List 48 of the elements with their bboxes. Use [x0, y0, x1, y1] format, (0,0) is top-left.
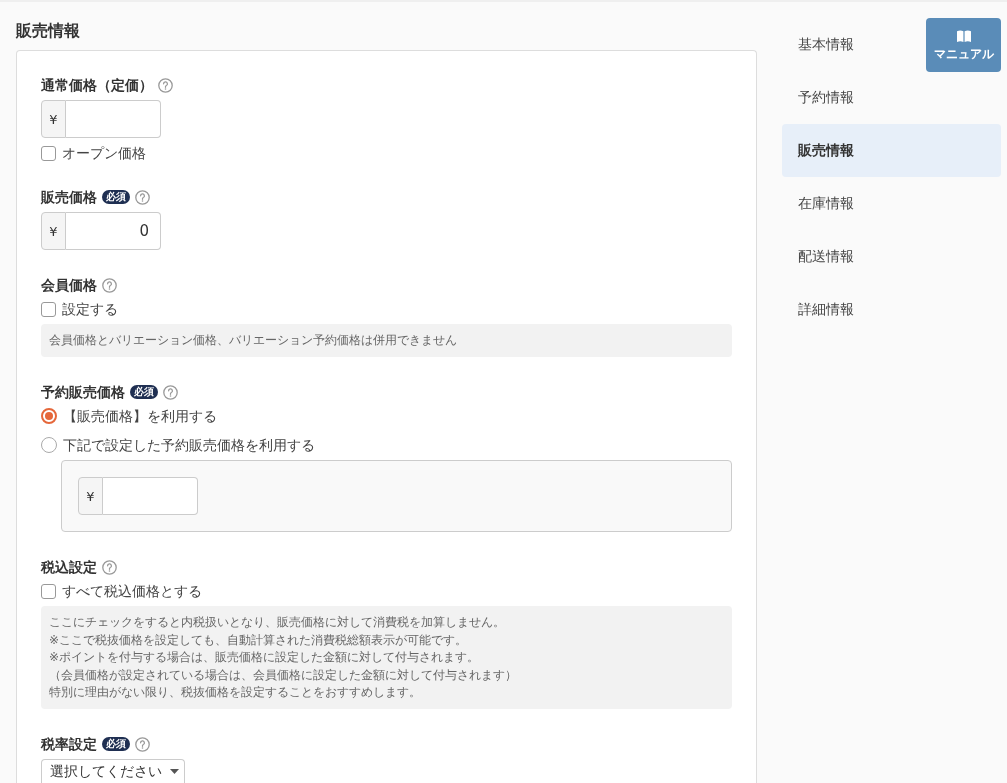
- note-text: （会員価格が設定されている場合は、会員価格に設定した金額に対して付与されます）: [49, 666, 518, 684]
- select-dropdown[interactable]: 選択してください: [41, 759, 185, 783]
- field-label: 予約販売価格: [41, 383, 125, 403]
- price-input[interactable]: [103, 477, 198, 516]
- help-icon[interactable]: [158, 77, 173, 93]
- nav-item[interactable]: 在庫情報: [782, 177, 870, 230]
- book-icon: [956, 29, 971, 42]
- field-label: 販売価格: [41, 188, 97, 207]
- help-icon[interactable]: [102, 559, 117, 575]
- checkbox-label[interactable]: オープン価格: [62, 144, 146, 162]
- nav-item[interactable]: 基本情報: [782, 18, 870, 71]
- required-badge: 必須: [102, 190, 130, 204]
- note-text: ここにチェックをすると内税扱いとなり、販売価格に対して消費税を加算しません。: [49, 614, 506, 632]
- nav-item[interactable]: 配送情報: [782, 230, 870, 283]
- field-label: 税込設定: [41, 558, 97, 578]
- nav-item[interactable]: 販売情報: [782, 124, 1001, 177]
- checkbox-label[interactable]: すべて税込価格とする: [62, 582, 202, 601]
- currency-prefix: ¥: [41, 100, 66, 138]
- note-text: 特別に理由がない限り、税抜価格を設定することをおすすめします。: [49, 684, 422, 702]
- field-label: 通常価格（定価）: [41, 76, 153, 95]
- section-title: 販売情報: [16, 20, 81, 42]
- currency-prefix: ¥: [78, 477, 103, 516]
- caret-icon: [170, 769, 179, 775]
- checkbox[interactable]: [41, 301, 56, 317]
- field-label: 会員価格: [41, 276, 97, 295]
- help-icon[interactable]: [135, 736, 150, 752]
- checkbox[interactable]: [41, 145, 56, 161]
- help-icon[interactable]: [135, 189, 150, 205]
- currency-prefix: ¥: [41, 212, 66, 250]
- help-icon[interactable]: [102, 277, 117, 293]
- nav-item[interactable]: 予約情報: [782, 71, 870, 124]
- radio-label[interactable]: 下記で設定した予約販売価格を利用する: [63, 436, 315, 455]
- nav-item[interactable]: 詳細情報: [782, 283, 870, 336]
- note-text: 会員価格とバリエーション価格、バリエーション予約価格は併用できません: [49, 332, 458, 349]
- radio-button[interactable]: [41, 408, 57, 425]
- radio-label[interactable]: 【販売価格】を利用する: [63, 407, 217, 426]
- note-text: ※ポイントを付与する場合は、販売価格に設定した金額に対して付与されます。: [49, 649, 481, 667]
- required-badge: 必須: [130, 385, 158, 400]
- manual-button[interactable]: マニュアル: [926, 18, 1001, 72]
- checkbox[interactable]: [41, 583, 56, 599]
- field-label: 税率設定: [41, 735, 97, 755]
- checkbox-label[interactable]: 設定する: [62, 300, 118, 318]
- price-input[interactable]: [66, 100, 161, 138]
- note-text: ※ここで税抜価格を設定しても、自動計算された消費税総額表示が可能です。: [49, 631, 469, 649]
- radio-button[interactable]: [41, 437, 57, 454]
- price-input[interactable]: 0: [66, 212, 161, 250]
- help-icon[interactable]: [163, 384, 178, 400]
- required-badge: 必須: [102, 737, 130, 752]
